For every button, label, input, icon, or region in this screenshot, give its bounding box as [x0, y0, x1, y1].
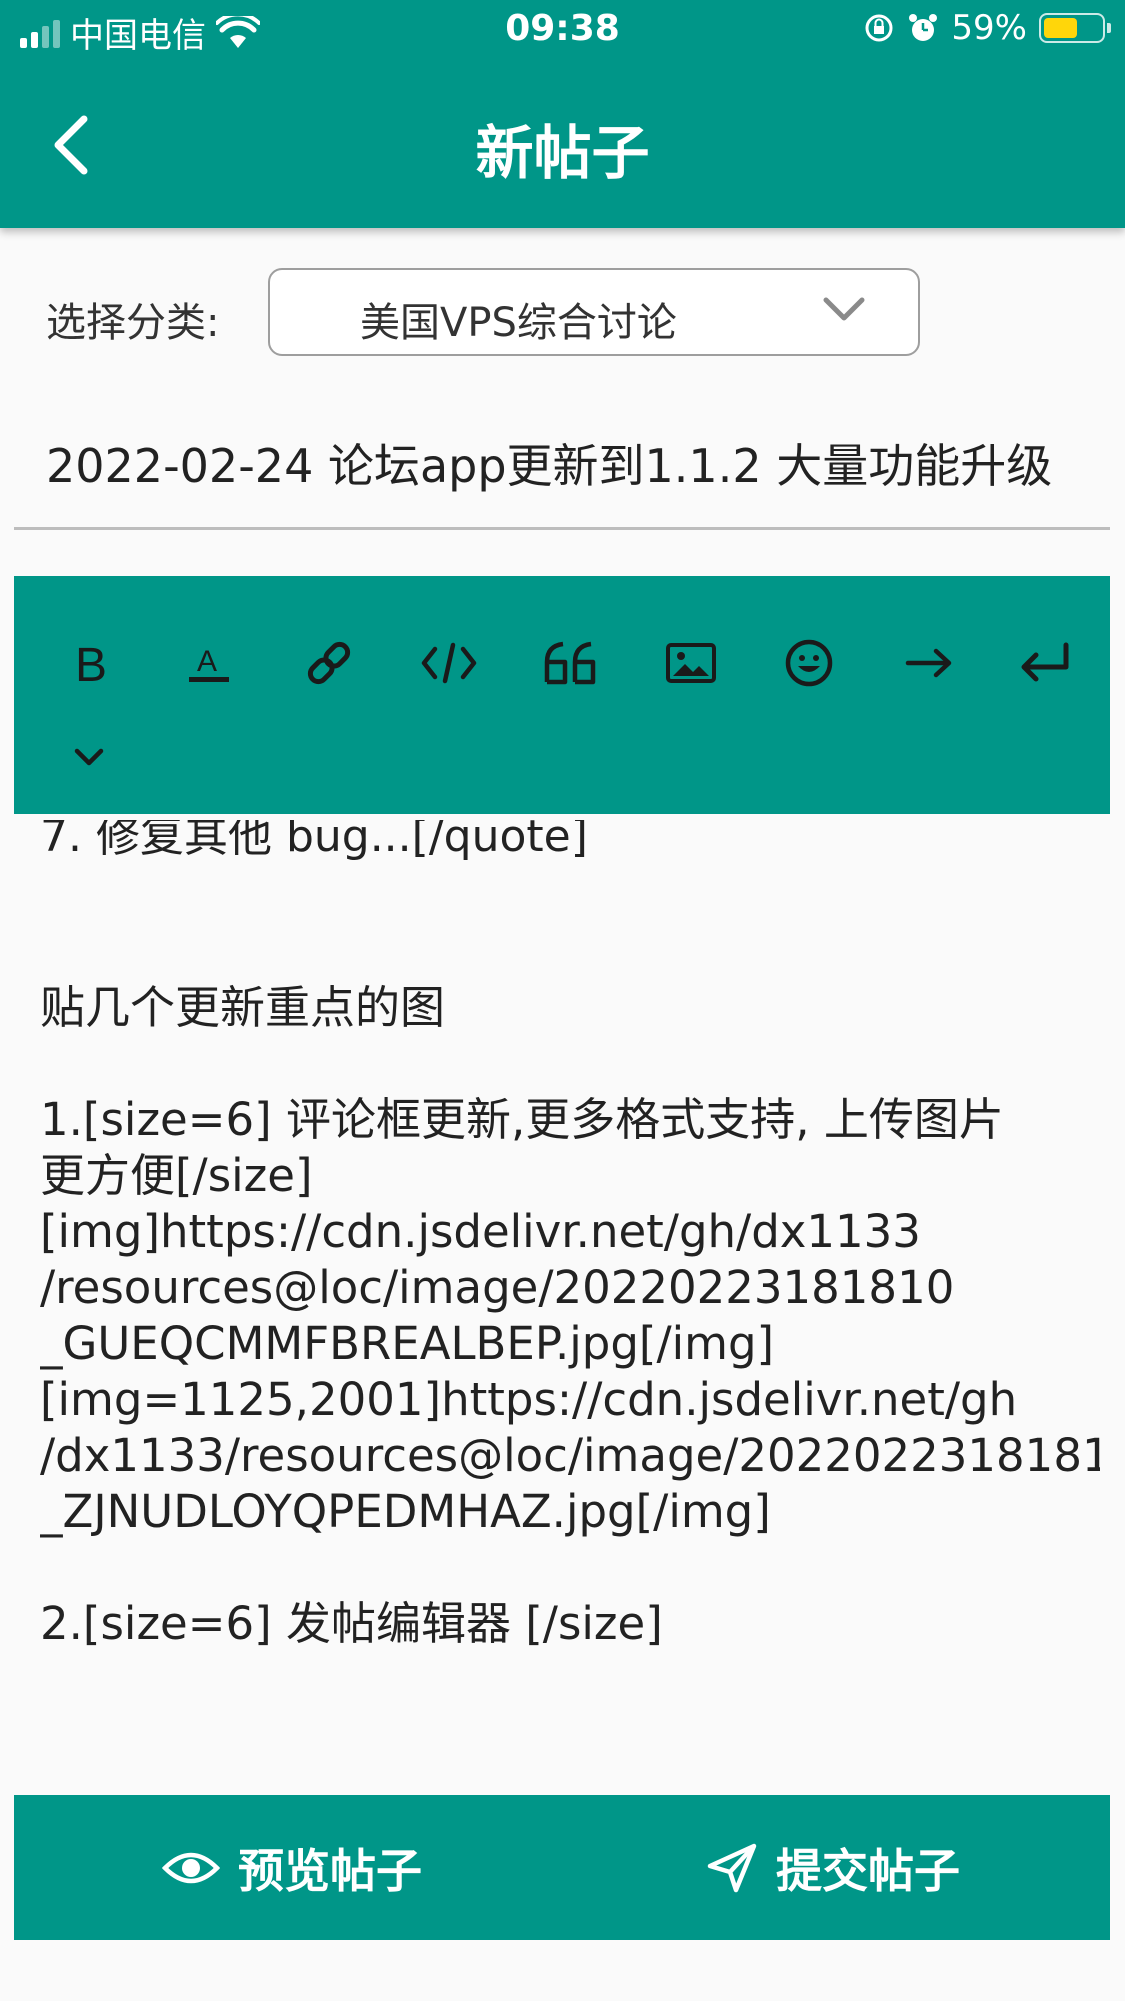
text-color-button[interactable]: A [174, 628, 244, 698]
editor-line: _ZJNUDLOYQPEDMHAZ.jpg[/img] [40, 1485, 771, 1538]
editor-line: /resources@loc/image/20220223181810 [40, 1261, 955, 1314]
send-icon [707, 1843, 757, 1892]
editor-line: [img=1125,2001]https://cdn.jsdelivr.net/… [40, 1373, 1018, 1426]
post-body-editor[interactable]: 7. 修复其他 bug...[/quote] 贴几个更新重点的图 1.[size… [40, 820, 1100, 1780]
preview-button[interactable]: 预览帖子 [162, 1795, 422, 1940]
battery-percent: 59% [951, 8, 1027, 48]
alarm-icon [909, 14, 938, 41]
editor-line: 更方便[/size] [40, 1149, 313, 1202]
quote-icon [544, 641, 596, 685]
toolbar-collapse-button[interactable] [54, 722, 124, 792]
page-title: 新帖子 [475, 119, 650, 187]
category-label: 选择分类: [46, 300, 220, 346]
status-bar: 中国电信 09:38 59% [0, 0, 1125, 60]
bold-button[interactable]: B [56, 628, 126, 698]
submit-button-label: 提交帖子 [776, 1843, 960, 1898]
svg-text:A: A [197, 645, 217, 678]
code-icon [421, 642, 477, 684]
preview-button-label: 预览帖子 [238, 1843, 422, 1898]
text-color-icon: A [189, 645, 229, 682]
editor-line: [img]https://cdn.jsdelivr.net/gh/dx1133 [40, 1205, 921, 1258]
indent-button[interactable] [894, 628, 964, 698]
editor-line: 贴几个更新重点的图 [40, 981, 446, 1034]
editor-line: _GUEQCMMFBREALBEP.jpg[/img] [40, 1317, 775, 1370]
category-selected-value: 美国VPS综合讨论 [360, 300, 677, 346]
title-input-value: 2022-02-24 论坛app更新到1.1.2 大量功能升级 [46, 439, 1053, 493]
editor-line: /dx1133/resources@loc/image/202202231818… [40, 1429, 1100, 1482]
editor-line: 2.[size=6] 发帖编辑器 [/size] [40, 1597, 663, 1650]
newline-button[interactable] [1010, 628, 1080, 698]
chevron-down-icon [823, 297, 865, 321]
enter-return-icon [1021, 642, 1069, 682]
editor-line: 1.[size=6] 评论框更新,更多格式支持, 上传图片 [40, 1093, 1004, 1146]
svg-text:B: B [75, 639, 107, 687]
emoji-icon [785, 639, 833, 687]
format-toolbar: B A [14, 576, 1110, 814]
bold-icon: B [75, 639, 107, 687]
title-input[interactable]: 2022-02-24 论坛app更新到1.1.2 大量功能升级 [14, 400, 1110, 530]
image-button[interactable] [656, 628, 726, 698]
emoji-button[interactable] [774, 628, 844, 698]
code-button[interactable] [414, 628, 484, 698]
category-dropdown[interactable]: 美国VPS综合讨论 [268, 268, 920, 356]
action-bar: 预览帖子 提交帖子 [14, 1795, 1110, 1940]
indent-arrow-icon [905, 648, 952, 678]
editor-clipped-line: 7. 修复其他 bug...[/quote] [40, 820, 588, 862]
eye-icon [162, 1852, 220, 1883]
submit-button[interactable]: 提交帖子 [706, 1795, 960, 1940]
battery-icon [1039, 13, 1111, 43]
link-icon [307, 641, 351, 685]
image-icon [666, 643, 716, 683]
chevron-down-icon [74, 748, 104, 766]
quote-button[interactable] [536, 628, 606, 698]
rotation-lock-icon [865, 14, 893, 42]
link-button[interactable] [294, 628, 364, 698]
